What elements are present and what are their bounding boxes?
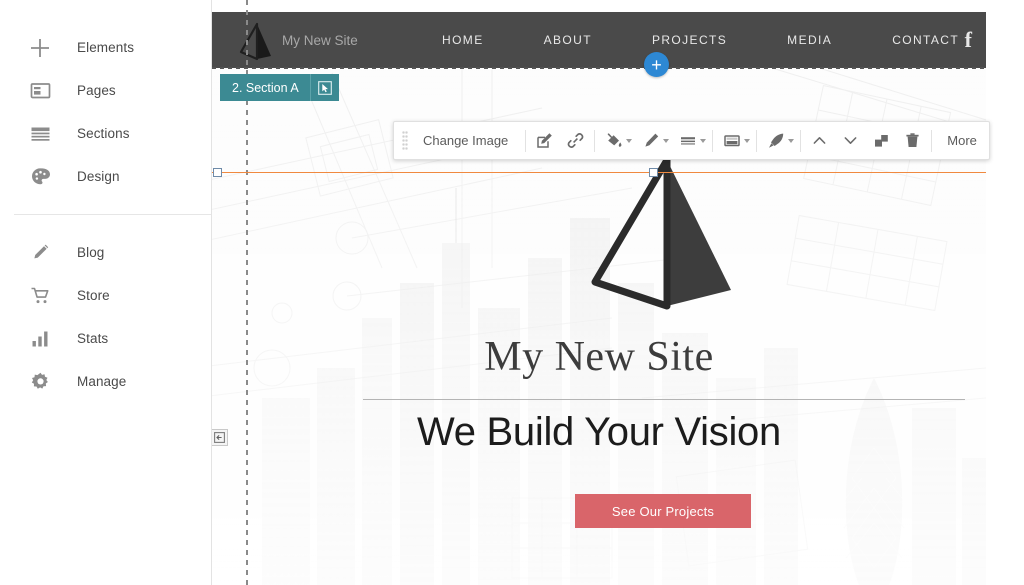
sidebar-divider xyxy=(14,214,211,215)
duplicate-icon[interactable] xyxy=(866,121,897,160)
drag-grip-icon xyxy=(402,130,408,151)
left-sidebar: Elements Pages Sections Design Blog Stor… xyxy=(0,0,212,585)
toolbar-separator xyxy=(931,129,933,152)
chevron-down-icon xyxy=(788,138,795,143)
section-badge[interactable]: 2. Section A xyxy=(220,74,339,101)
section-boundary-guide xyxy=(212,67,986,69)
sidebar-item-label: Pages xyxy=(77,83,116,98)
site-preview-canvas[interactable]: My New Site We Build Your Vision See Our… xyxy=(212,0,986,585)
select-cursor-icon[interactable] xyxy=(311,74,339,101)
resize-handle-left[interactable] xyxy=(213,168,222,177)
pages-icon xyxy=(25,76,55,106)
hero-divider xyxy=(363,399,965,400)
element-toolbar[interactable]: Change Image More xyxy=(393,121,990,160)
bar-chart-icon xyxy=(25,324,55,354)
toolbar-separator xyxy=(756,129,758,152)
chevron-down-icon xyxy=(700,138,707,143)
plus-icon xyxy=(25,33,55,63)
pen-icon[interactable] xyxy=(635,121,672,160)
sidebar-item-label: Blog xyxy=(77,245,105,260)
shadow-icon[interactable] xyxy=(716,121,753,160)
canvas-right-margin xyxy=(986,0,1024,585)
lines-icon[interactable] xyxy=(672,121,709,160)
toolbar-drag-grip[interactable] xyxy=(394,121,416,160)
toolbar-separator xyxy=(525,129,527,152)
site-title[interactable]: My New Site xyxy=(282,12,358,68)
sidebar-group-primary: Elements Pages Sections Design xyxy=(0,0,211,198)
sidebar-item-label: Elements xyxy=(77,40,135,55)
chevron-down-icon[interactable] xyxy=(835,121,866,160)
collapse-left-icon[interactable] xyxy=(212,429,228,446)
link-icon[interactable] xyxy=(560,121,591,160)
resize-handle-right[interactable] xyxy=(649,168,658,177)
sidebar-item-stats[interactable]: Stats xyxy=(0,317,211,360)
toolbar-separator xyxy=(594,129,596,152)
section-badge-label: 2. Section A xyxy=(232,80,299,95)
see-our-projects-button[interactable]: See Our Projects xyxy=(575,494,751,528)
site-menu-item-home[interactable]: HOME xyxy=(412,33,514,47)
facebook-icon[interactable]: f xyxy=(965,12,972,68)
sidebar-item-manage[interactable]: Manage xyxy=(0,360,211,403)
site-menu-item-projects[interactable]: PROJECTS xyxy=(622,33,757,47)
sidebar-item-store[interactable]: Store xyxy=(0,274,211,317)
sidebar-item-sections[interactable]: Sections xyxy=(0,112,211,155)
site-top-navigation[interactable]: My New Site HOME ABOUT PROJECTS MEDIA CO… xyxy=(212,12,986,68)
chevron-up-icon[interactable] xyxy=(804,121,835,160)
sidebar-item-label: Stats xyxy=(77,331,109,346)
site-menu: HOME ABOUT PROJECTS MEDIA CONTACT xyxy=(412,12,986,68)
sidebar-item-label: Sections xyxy=(77,126,130,141)
toolbar-separator xyxy=(712,129,714,152)
sidebar-item-elements[interactable]: Elements xyxy=(0,26,211,69)
sidebar-item-label: Store xyxy=(77,288,110,303)
sections-icon xyxy=(25,119,55,149)
pyramid-logo-icon[interactable] xyxy=(234,20,276,62)
palette-icon xyxy=(25,162,55,192)
sidebar-item-design[interactable]: Design xyxy=(0,155,211,198)
chevron-down-icon xyxy=(626,138,633,143)
sidebar-item-blog[interactable]: Blog xyxy=(0,231,211,274)
pyramid-logo-large-icon[interactable] xyxy=(581,158,741,318)
cart-icon xyxy=(25,281,55,311)
sidebar-item-label: Manage xyxy=(77,374,127,389)
sidebar-item-label: Design xyxy=(77,169,120,184)
gear-icon xyxy=(25,367,55,397)
more-button[interactable]: More xyxy=(935,133,989,148)
sidebar-item-pages[interactable]: Pages xyxy=(0,69,211,112)
website-builder-app: Elements Pages Sections Design Blog Stor… xyxy=(0,0,1024,585)
site-menu-item-media[interactable]: MEDIA xyxy=(757,33,862,47)
pencil-icon xyxy=(25,238,55,268)
hero-title[interactable]: My New Site xyxy=(212,333,986,381)
selection-guide-line xyxy=(212,172,986,173)
rocket-icon[interactable] xyxy=(760,121,797,160)
toolbar-separator xyxy=(800,129,802,152)
trash-icon[interactable] xyxy=(897,121,928,160)
hero-subtitle[interactable]: We Build Your Vision xyxy=(212,410,986,455)
site-menu-item-about[interactable]: ABOUT xyxy=(514,33,622,47)
add-section-button[interactable]: + xyxy=(644,52,669,77)
sidebar-group-secondary: Blog Store Stats Manage xyxy=(0,231,211,403)
chevron-down-icon xyxy=(663,138,670,143)
chevron-down-icon xyxy=(744,138,751,143)
paint-bucket-icon[interactable] xyxy=(598,121,635,160)
edit-square-icon[interactable] xyxy=(529,121,560,160)
change-image-button[interactable]: Change Image xyxy=(416,133,522,148)
